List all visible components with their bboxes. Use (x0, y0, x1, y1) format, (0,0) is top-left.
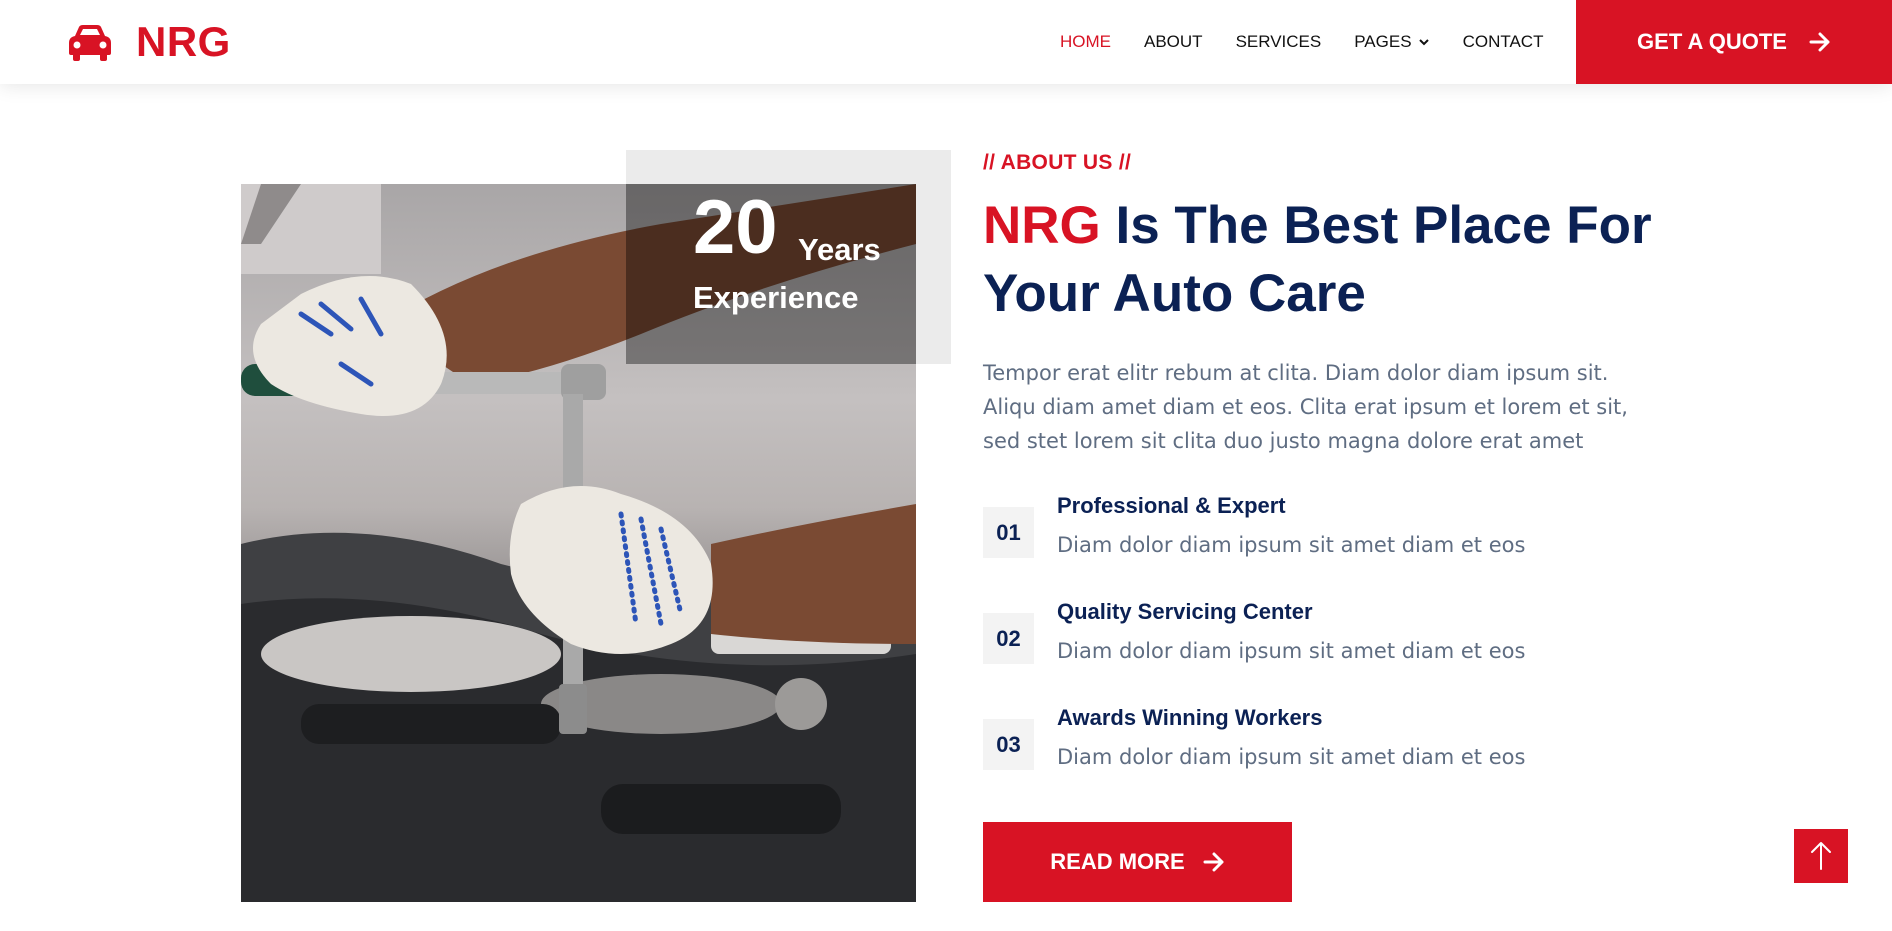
nav-pages[interactable]: PAGES (1354, 32, 1429, 52)
read-more-label: READ MORE (1050, 849, 1185, 874)
feature-title: Quality Servicing Center (1057, 599, 1313, 624)
section-tag: // ABOUT US // (983, 151, 1132, 174)
experience-number: 20 (693, 185, 778, 270)
about-intro: Tempor erat elitr rebum at clita. Diam d… (983, 361, 1628, 453)
nav-home[interactable]: HOME (1060, 32, 1111, 52)
back-to-top-button[interactable] (1794, 829, 1848, 883)
arrow-right-icon (1203, 852, 1224, 872)
feature-number: 03 (983, 719, 1034, 770)
brand-name: NRG (136, 18, 231, 65)
feature-item: 01 Professional & Expert Diam dolor diam… (983, 493, 1603, 563)
get-a-quote-label: GET A QUOTE (1637, 29, 1787, 54)
navbar: NRG HOME ABOUT SERVICES PAGES CONTACT GE… (0, 0, 1892, 84)
experience-unit: Years (798, 232, 881, 267)
feature-description: Diam dolor diam ipsum sit amet diam et e… (1057, 745, 1526, 769)
main-nav: HOME ABOUT SERVICES PAGES CONTACT (1060, 0, 1576, 84)
arrow-right-icon (1809, 32, 1830, 52)
nav-about[interactable]: ABOUT (1144, 32, 1203, 52)
feature-number: 02 (983, 613, 1034, 664)
feature-title: Awards Winning Workers (1057, 705, 1323, 730)
headline-brand: NRG (983, 196, 1101, 255)
about-headline: NRG Is The Best Place For Your Auto Care (983, 192, 1683, 328)
nav-contact[interactable]: CONTACT (1463, 32, 1544, 52)
feature-item: 03 Awards Winning Workers Diam dolor dia… (983, 705, 1603, 775)
chevron-down-icon (1418, 39, 1429, 46)
feature-description: Diam dolor diam ipsum sit amet diam et e… (1057, 639, 1526, 663)
get-a-quote-button[interactable]: GET A QUOTE (1576, 0, 1892, 84)
nav-pages-label: PAGES (1354, 32, 1412, 51)
feature-item: 02 Quality Servicing Center Diam dolor d… (983, 599, 1603, 669)
brand-logo[interactable]: NRG (66, 18, 231, 66)
car-icon (69, 25, 111, 61)
feature-description: Diam dolor diam ipsum sit amet diam et e… (1057, 533, 1526, 557)
nav-services[interactable]: SERVICES (1236, 32, 1322, 52)
feature-title: Professional & Expert (1057, 493, 1286, 518)
arrow-up-icon (1811, 842, 1831, 870)
experience-label: Experience (693, 280, 859, 315)
read-more-button[interactable]: READ MORE (983, 822, 1292, 902)
feature-number: 01 (983, 507, 1034, 558)
